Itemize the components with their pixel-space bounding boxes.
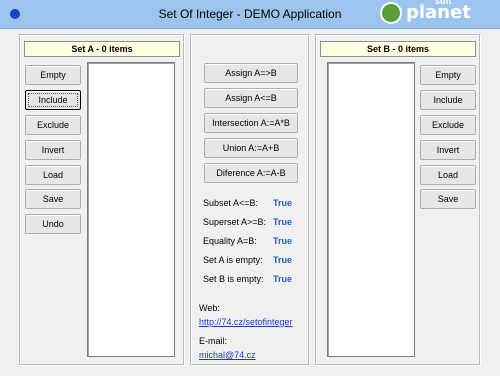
relation-value-subset: True — [273, 198, 293, 208]
title-bar: Set Of Integer - DEMO Application planet… — [0, 0, 500, 29]
set-a-header: Set A - 0 items — [24, 41, 180, 57]
set-b-save-button[interactable]: Save — [420, 189, 476, 209]
set-a-panel: Set A - 0 items Empty Include Exclude In… — [19, 34, 185, 366]
set-a-empty-button[interactable]: Empty — [25, 65, 81, 85]
set-b-header: Set B - 0 items — [320, 41, 476, 57]
set-b-panel: Set B - 0 items Empty Include Exclude In… — [315, 34, 481, 366]
intersection-button[interactable]: Intersection A:=A*B — [204, 113, 298, 133]
relation-label-subset: Subset A<=B: — [203, 198, 259, 208]
relation-value-b-empty: True — [273, 274, 293, 284]
relation-value-equality: True — [273, 236, 293, 246]
set-a-invert-button[interactable]: Invert — [25, 140, 81, 160]
set-a-exclude-button[interactable]: Exclude — [25, 115, 81, 135]
set-a-listbox[interactable] — [87, 62, 175, 357]
email-link[interactable]: michal@74.cz — [199, 350, 256, 360]
email-label: E-mail: — [199, 336, 228, 346]
set-b-empty-button[interactable]: Empty — [420, 65, 476, 85]
set-b-invert-button[interactable]: Invert — [420, 140, 476, 160]
set-b-include-button[interactable]: Include — [420, 90, 476, 110]
assign-a-to-b-button[interactable]: Assign A=>B — [204, 63, 298, 83]
set-a-load-button[interactable]: Load — [25, 165, 81, 185]
relation-value-superset: True — [273, 217, 293, 227]
relation-label-b-empty: Set B is empty: — [203, 274, 264, 284]
planet-logo-icon — [380, 2, 402, 24]
set-a-undo-button[interactable]: Undo — [25, 214, 81, 234]
set-a-save-button[interactable]: Save — [25, 189, 81, 209]
client-area: Set A - 0 items Empty Include Exclude In… — [4, 29, 496, 372]
set-a-include-button[interactable]: Include — [25, 90, 81, 110]
difference-button[interactable]: Diference A:=A-B — [204, 163, 298, 183]
relation-label-equality: Equality A=B: — [203, 236, 257, 246]
web-label: Web: — [199, 303, 220, 313]
set-b-exclude-button[interactable]: Exclude — [420, 115, 476, 135]
web-link[interactable]: http://74.cz/setofinteger — [199, 317, 293, 327]
set-b-listbox[interactable] — [327, 62, 415, 357]
union-button[interactable]: Union A:=A+B — [204, 138, 298, 158]
assign-b-to-a-button[interactable]: Assign A<=B — [204, 88, 298, 108]
relation-value-a-empty: True — [273, 255, 293, 265]
relation-label-superset: Superset A>=B: — [203, 217, 267, 227]
operations-panel: Assign A=>B Assign A<=B Intersection A:=… — [190, 34, 310, 366]
softplanet-watermark: planet soft — [380, 0, 490, 26]
watermark-sub: soft — [435, 0, 452, 6]
set-b-load-button[interactable]: Load — [420, 165, 476, 185]
relation-label-a-empty: Set A is empty: — [203, 255, 263, 265]
